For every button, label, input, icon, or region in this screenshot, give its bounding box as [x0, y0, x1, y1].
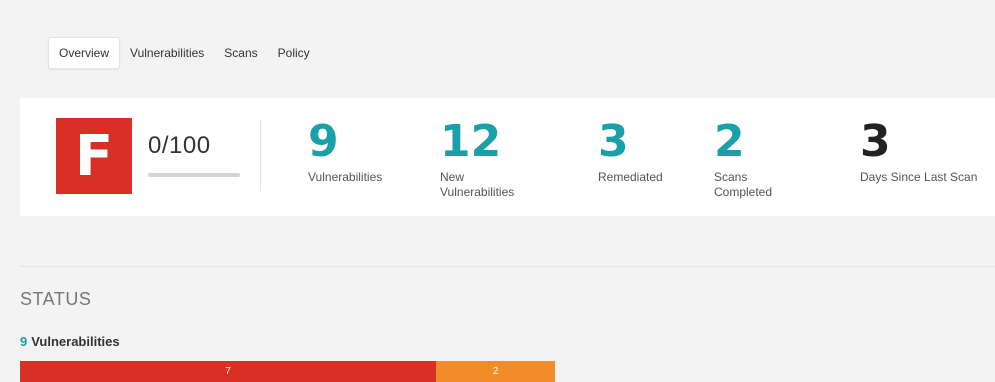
metric-value: 3 [860, 116, 891, 167]
metric-value: 12 [440, 116, 502, 167]
metric-value: 9 [308, 116, 339, 167]
tab-scans[interactable]: Scans [214, 38, 267, 68]
tab-overview[interactable]: Overview [48, 37, 121, 69]
metric-value: 3 [598, 116, 629, 167]
status-title: STATUS [20, 289, 92, 309]
vulnerability-count-label: Vulnerabilities [31, 334, 120, 349]
metric-label: Remediated [598, 170, 663, 184]
severity-bar: 72 [20, 361, 555, 382]
score-progress-bar [148, 173, 240, 177]
tab-policy[interactable]: Policy [268, 38, 320, 68]
severity-segment-0[interactable]: 7 [20, 361, 437, 382]
metric-remediated[interactable]: 3 Remediated [598, 116, 688, 185]
tab-bar: Overview Vulnerabilities Scans Policy [48, 37, 320, 69]
metric-vulnerabilities[interactable]: 9 Vulnerabilities [308, 116, 418, 185]
score-text: 0/100 [148, 132, 211, 159]
grade-badge: F [56, 118, 132, 194]
vulnerability-count-heading: 9 Vulnerabilities [20, 334, 120, 349]
page: Overview Vulnerabilities Scans Policy F … [0, 0, 995, 382]
summary-card: F 0/100 9 Vulnerabilities 12 New Vulnera… [20, 98, 995, 216]
metric-label: Vulnerabilities [308, 170, 383, 184]
metric-label: Days Since Last Scan [860, 170, 978, 184]
metric-value: 2 [714, 116, 745, 167]
metric-new-vulnerabilities[interactable]: 12 New Vulnerabilities [440, 116, 530, 200]
tab-vulnerabilities[interactable]: Vulnerabilities [120, 38, 214, 68]
severity-segment-1[interactable]: 2 [436, 361, 555, 382]
metric-scans-completed[interactable]: 2 Scans Completed [714, 116, 784, 200]
metric-label: Scans Completed [714, 170, 773, 199]
summary-divider [260, 120, 261, 190]
vulnerability-count: 9 [20, 334, 28, 349]
metric-label: New Vulnerabilities [440, 170, 515, 199]
metric-days-since-last-scan[interactable]: 3 Days Since Last Scan [860, 116, 980, 185]
section-separator [20, 266, 995, 267]
